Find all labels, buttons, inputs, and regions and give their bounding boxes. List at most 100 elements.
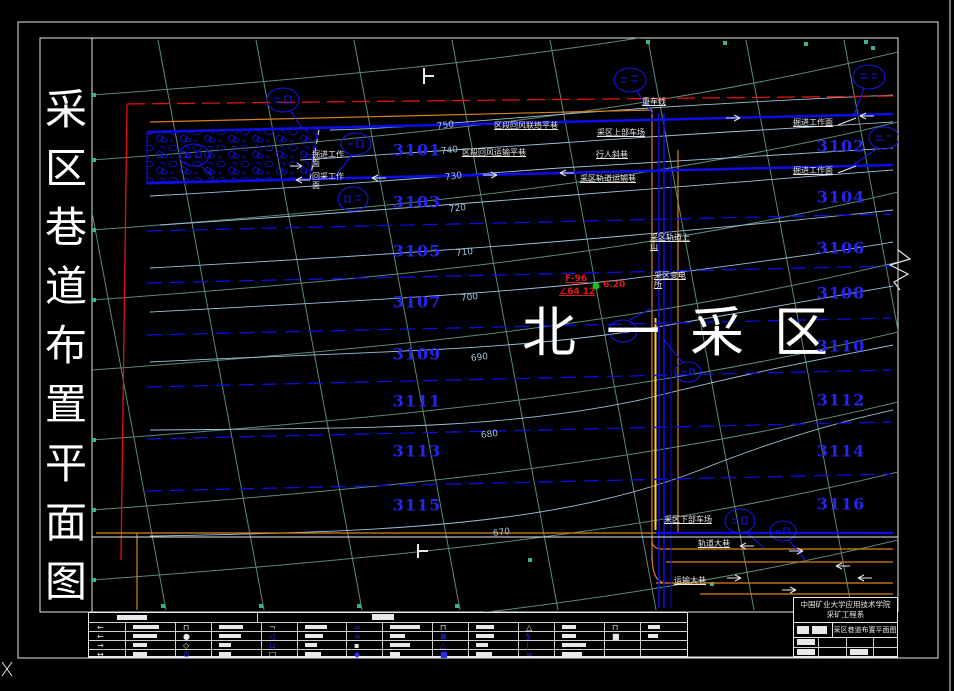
map-annotation: 采区变电所 [654, 271, 686, 290]
gob-hatch [146, 127, 319, 185]
title-block-middle: 采区巷道布置平面图 [794, 623, 897, 638]
panel-number: 3113 [392, 441, 442, 461]
redacted-text-block [797, 626, 809, 634]
legend-label-block [390, 634, 405, 638]
legend-symbol: ⊔ [269, 641, 276, 650]
region-title-char: 采 [690, 303, 744, 363]
legend-line [89, 640, 687, 641]
legend-label-block [476, 625, 494, 629]
legend-symbol: ∞ [354, 632, 361, 641]
side-title-char: 道 [44, 265, 87, 311]
side-title-char: 区 [44, 147, 87, 193]
legend-label-block [133, 625, 159, 629]
map-annotation: 行人斜巷 [596, 150, 628, 159]
legend-symbol: ▪ [354, 641, 360, 650]
legend-symbol: ◇ [183, 641, 190, 650]
panel-number: 3104 [816, 187, 866, 207]
legend-symbol: | [526, 641, 529, 650]
panel-number: 3105 [392, 241, 442, 261]
panel-number: 3112 [816, 390, 866, 410]
legend-line [468, 622, 469, 656]
title-block-grid [794, 638, 897, 657]
edge-notch [888, 249, 912, 291]
contour-label: 730 [444, 170, 463, 184]
legend-label-block [562, 643, 586, 647]
legend-label-block [133, 634, 157, 638]
side-title-char: 采 [44, 88, 87, 134]
contour-label: 680 [480, 428, 499, 442]
contour-label: 710 [455, 246, 474, 260]
legend-symbol: ⊙ [183, 650, 190, 659]
legend-line [518, 622, 519, 656]
legend-label-block [648, 625, 660, 629]
legend-label-block [390, 643, 410, 647]
contour-label: 690 [470, 351, 489, 365]
legend-label-block [476, 652, 492, 656]
legend-symbol: ⊓ [440, 623, 447, 632]
legend-label-block [562, 625, 576, 629]
legend-line [604, 622, 605, 656]
legend-symbol: ← [97, 632, 104, 641]
region-title-char: 一 [606, 303, 660, 363]
legend-line [261, 622, 262, 656]
legend-symbol: □ [269, 650, 277, 659]
legend-line [257, 613, 258, 622]
legend-symbol: § [526, 632, 530, 641]
legend-label-block [305, 634, 323, 638]
panel-number: 3107 [392, 292, 442, 312]
map-annotation: 轨道大巷 [698, 539, 730, 548]
title-block-line [794, 647, 897, 648]
map-annotation: 回采工作面 [312, 172, 344, 191]
redacted-text-block [797, 639, 815, 645]
map-annotation: 区段回风联络平巷 [494, 121, 558, 130]
legend-label-block [133, 643, 147, 647]
panel-number: 3111 [392, 391, 442, 411]
contour-label: 700 [460, 291, 479, 305]
legend-line [432, 622, 433, 656]
title-block: 中国矿业大学应用技术学院 采矿工程系 采区巷道布置平面图 [793, 597, 898, 657]
redacted-text-block [812, 626, 827, 634]
legend-symbol: △ [526, 623, 533, 632]
legend-line [125, 622, 126, 656]
legend-symbol: ■ [440, 650, 448, 659]
panel-number: 3108 [816, 283, 866, 303]
legend-symbol: → [97, 641, 104, 650]
legend-line [297, 622, 298, 656]
region-title-char: 北 [522, 303, 576, 363]
panel-number: 3116 [816, 494, 866, 514]
legend-symbol: ⊠ [440, 632, 447, 641]
contour-label: 740 [440, 144, 459, 158]
legend-symbol: ⊓ [612, 623, 619, 632]
legend-line [346, 622, 347, 656]
redacted-text-block [850, 649, 868, 655]
legend-line [640, 622, 641, 656]
legend-label-block [305, 625, 327, 629]
contour-label: 670 [492, 526, 511, 540]
side-title-char: 面 [44, 501, 87, 547]
org-line2: 采矿工程系 [826, 610, 865, 619]
fault-name: F-96 [565, 274, 588, 284]
title-block-stamp-cell [794, 623, 833, 637]
legend-label-block [219, 625, 243, 629]
panel-number: 3101 [392, 140, 442, 160]
panel-number: 3110 [816, 336, 866, 356]
map-annotation: 掘进工作面 [793, 166, 833, 175]
legend-label-block [219, 643, 231, 647]
legend-label-block [390, 625, 420, 629]
panel-number: 3102 [816, 136, 866, 156]
fault-dip: ∠64 12 [559, 287, 596, 297]
legend-line [554, 622, 555, 656]
legend-label-block [648, 634, 658, 638]
legend-symbol: ⊓ [183, 623, 190, 632]
drawing-title-cell: 采区巷道布置平面图 [833, 626, 897, 634]
legend-line [175, 622, 176, 656]
side-title-char: 巷 [44, 206, 87, 252]
legend-label-block [476, 634, 494, 638]
legend-header-block [117, 615, 147, 620]
legend-table: ← ⊓ ¬ ∞ ⊓ △ ⊓ ← ● ◁ ∞ ⊠ § ■ → ◇ ⊔ ▪ △ | ↔ ⊙ □ ◆ ■ ∞ [88, 612, 688, 659]
map-annotation: 采区下部车场 [664, 515, 712, 524]
legend-symbol: ∞ [354, 623, 361, 632]
legend-symbol: △ [440, 641, 447, 650]
panel-number: 3115 [392, 495, 442, 515]
legend-symbol: ◁ [269, 632, 276, 641]
